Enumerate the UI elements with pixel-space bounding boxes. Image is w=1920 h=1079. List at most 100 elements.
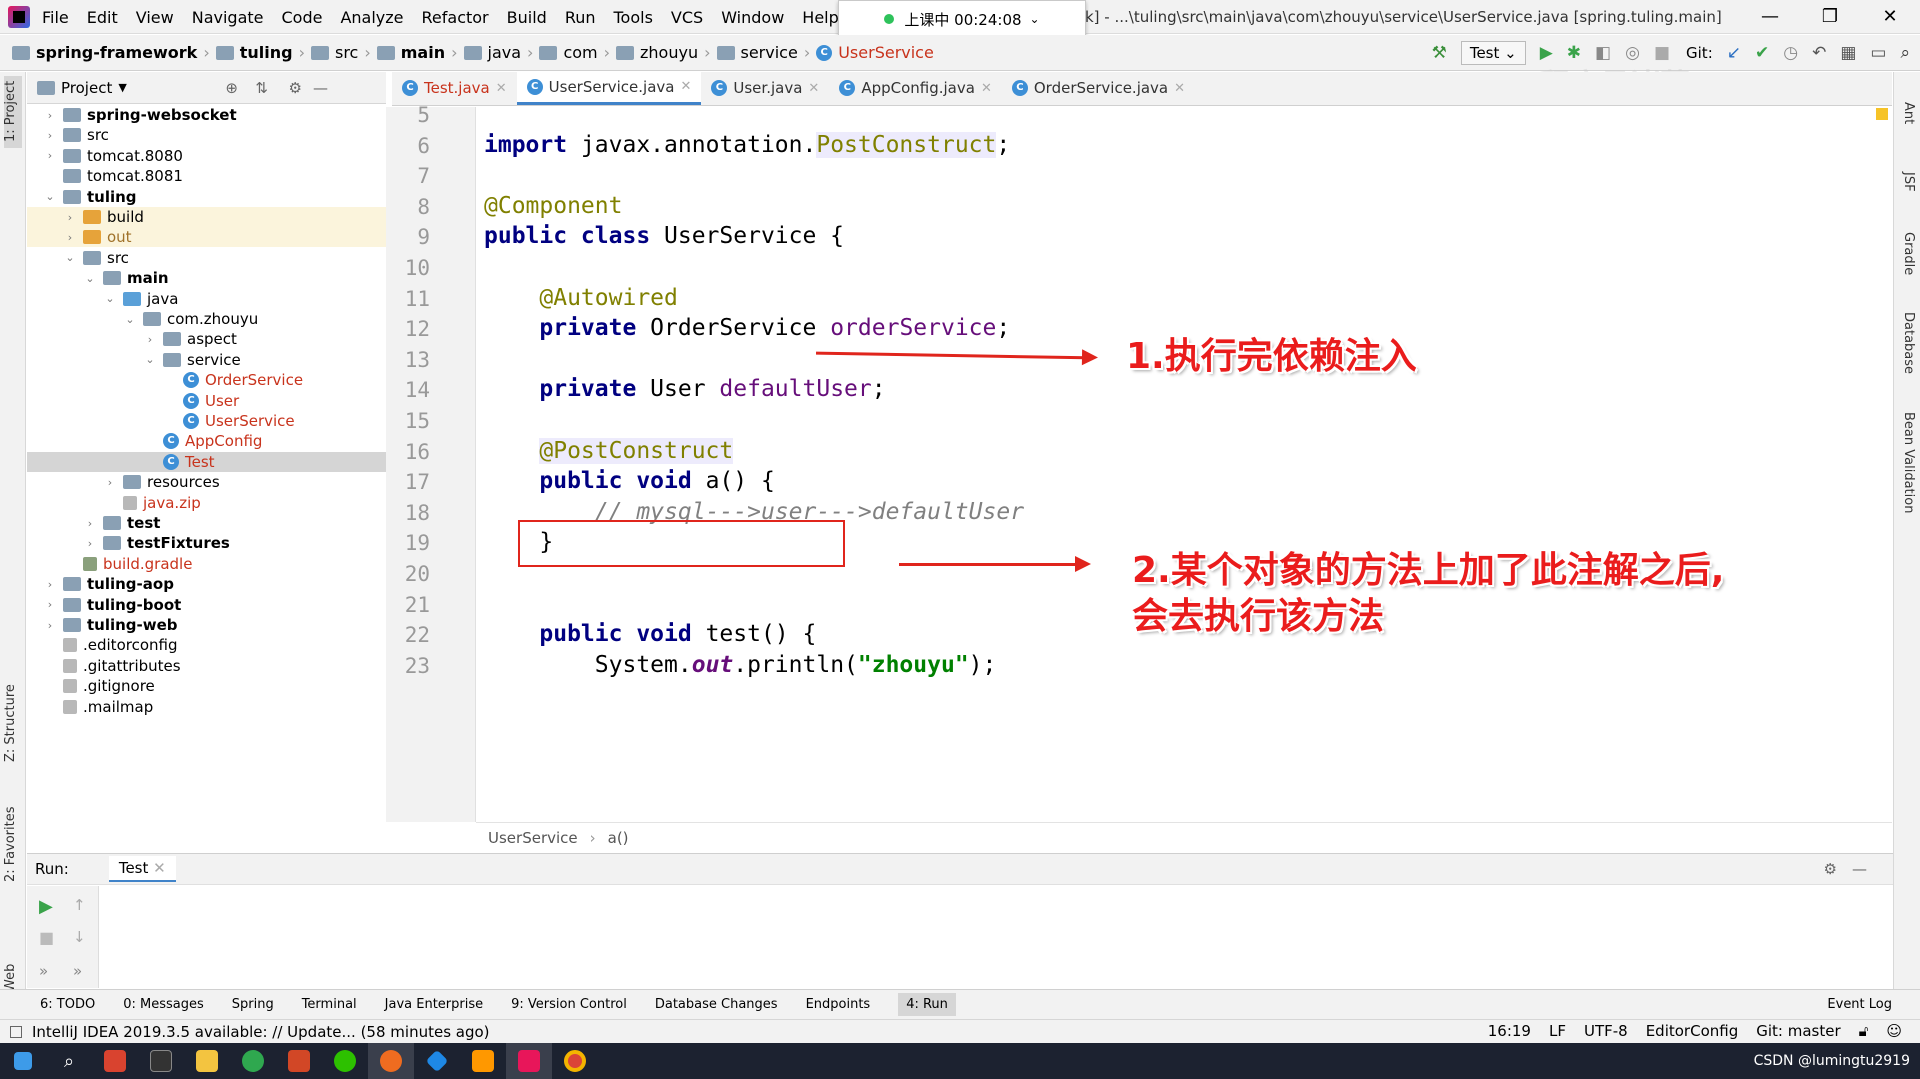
app-icon-blue[interactable] <box>414 1043 460 1079</box>
menu-item-build[interactable]: Build <box>507 8 547 27</box>
app-icon-orange[interactable] <box>368 1043 414 1079</box>
tool-spring[interactable]: Spring <box>232 997 274 1012</box>
tool-java-enterprise[interactable]: Java Enterprise <box>385 997 483 1012</box>
code-line[interactable]: public class UserService { <box>484 223 844 249</box>
expand-arrow-icon[interactable]: › <box>43 578 57 591</box>
app-icon-green[interactable] <box>230 1043 276 1079</box>
expand-arrow-icon[interactable]: ⌄ <box>63 251 77 264</box>
inspector-icon[interactable]: ☺ <box>1886 1022 1902 1040</box>
menu-item-vcs[interactable]: VCS <box>671 8 703 27</box>
gear-icon[interactable]: ⚙ <box>289 79 302 97</box>
code-editor[interactable]: import javax.annotation.PostConstruct; @C… <box>476 107 1892 822</box>
code-line[interactable]: public void a() { <box>484 468 774 494</box>
breadcrumb-userservice[interactable]: C UserService <box>816 43 934 62</box>
breadcrumb-src[interactable]: src › <box>310 43 371 62</box>
expand-arrow-icon[interactable]: ⌄ <box>123 313 137 326</box>
close-icon[interactable]: ✕ <box>153 859 166 877</box>
expand-arrow-icon[interactable]: › <box>43 598 57 611</box>
caret-position[interactable]: 16:19 <box>1488 1022 1531 1040</box>
stripe-database[interactable]: Database <box>1901 312 1916 374</box>
tool-9-version-control[interactable]: 9: Version Control <box>511 997 627 1012</box>
tree-item[interactable]: › testFixtures <box>27 533 386 553</box>
menu-item-code[interactable]: Code <box>282 8 323 27</box>
tree-item[interactable]: › tuling-boot <box>27 595 386 615</box>
tree-item[interactable]: build.gradle <box>27 554 386 574</box>
stripe-favorites[interactable]: 2: Favorites <box>3 806 18 882</box>
expand-arrow-icon[interactable]: › <box>63 231 77 244</box>
expand-arrow-icon[interactable]: ⌄ <box>143 353 157 366</box>
breadcrumb-tuling[interactable]: tuling › <box>215 43 305 62</box>
tree-item[interactable]: ⌄ tuling <box>27 187 386 207</box>
run-config-select[interactable]: Test ⌄ <box>1460 41 1526 65</box>
menu-item-file[interactable]: File <box>42 8 69 27</box>
build-hammer-icon[interactable]: ⚒ <box>1432 43 1447 63</box>
git-commit-icon[interactable]: ✔ <box>1755 43 1769 63</box>
chevron-down-icon[interactable]: ▼ <box>118 81 126 94</box>
app-icon-terminal[interactable] <box>138 1043 184 1079</box>
code-line[interactable]: public void test() { <box>484 621 816 647</box>
breadcrumb-main[interactable]: main › <box>376 43 458 62</box>
powerpoint-icon[interactable] <box>276 1043 322 1079</box>
close-button[interactable]: ✕ <box>1860 0 1920 34</box>
breadcrumb-service[interactable]: service › <box>716 43 810 62</box>
git-history-icon[interactable]: ◷ <box>1783 43 1798 63</box>
tree-item[interactable]: C AppConfig <box>27 431 386 451</box>
code-line[interactable]: @Autowired <box>484 285 677 311</box>
tree-item[interactable]: .editorconfig <box>27 635 386 655</box>
file-encoding[interactable]: UTF-8 <box>1584 1022 1628 1040</box>
tab-test[interactable]: C Test.java ✕ <box>392 71 517 105</box>
code-line[interactable]: @PostConstruct <box>484 437 734 464</box>
app-icon-red[interactable] <box>92 1043 138 1079</box>
menu-item-help[interactable]: Help <box>802 8 838 27</box>
menu-item-refactor[interactable]: Refactor <box>422 8 489 27</box>
tree-item[interactable]: ⌄ main <box>27 268 386 288</box>
expand-arrow-icon[interactable]: › <box>83 517 97 530</box>
project-structure-icon[interactable]: ▦ <box>1840 43 1856 63</box>
expand-arrow-icon[interactable]: › <box>103 476 117 489</box>
expand-arrow-icon[interactable]: ⌄ <box>103 292 117 305</box>
status-message[interactable]: IntelliJ IDEA 2019.3.5 available: // Upd… <box>32 1023 490 1041</box>
warning-marker-icon[interactable] <box>1876 108 1888 120</box>
project-title[interactable]: Project <box>61 79 112 97</box>
gear-icon[interactable]: ⚙ <box>1824 860 1837 878</box>
hide-icon[interactable]: — <box>313 79 328 97</box>
locate-icon[interactable]: ⊕ <box>225 79 238 97</box>
breadcrumb-zhouyu[interactable]: zhouyu › <box>616 43 711 62</box>
tree-item[interactable]: › tomcat.8080 <box>27 146 386 166</box>
windows-start-icon[interactable] <box>0 1043 46 1079</box>
menu-item-view[interactable]: View <box>136 8 174 27</box>
tree-item[interactable]: › src <box>27 125 386 145</box>
minimize-button[interactable]: — <box>1740 0 1800 34</box>
tool-4-run[interactable]: 4: Run <box>898 993 956 1016</box>
tree-item[interactable]: ⌄ service <box>27 350 386 370</box>
code-line[interactable]: @Component <box>484 193 622 219</box>
crumb-class[interactable]: UserService <box>488 829 578 847</box>
expand-arrow-icon[interactable]: › <box>43 129 57 142</box>
tree-item[interactable]: › tuling-aop <box>27 574 386 594</box>
menu-item-tools[interactable]: Tools <box>614 8 653 27</box>
tool-6-todo[interactable]: 6: TODO <box>40 997 95 1012</box>
tree-item[interactable]: tomcat.8081 <box>27 166 386 186</box>
tab-userservice[interactable]: C UserService.java ✕ <box>516 71 702 105</box>
hide-icon[interactable]: — <box>1852 860 1867 878</box>
tree-item[interactable]: ⌄ com.zhouyu <box>27 309 386 329</box>
down-icon[interactable]: ↓ <box>73 928 86 946</box>
tree-item[interactable]: › test <box>27 513 386 533</box>
stop-icon[interactable]: ■ <box>39 928 54 947</box>
stripe-jsf[interactable]: JSF <box>1901 172 1916 192</box>
tree-item[interactable]: › tuling-web <box>27 615 386 635</box>
stripe-project[interactable]: 1: Project <box>3 81 18 142</box>
rerun-icon[interactable]: ▶ <box>39 896 53 917</box>
git-update-icon[interactable]: ↙ <box>1727 43 1741 63</box>
wechat-icon[interactable] <box>322 1043 368 1079</box>
tree-item[interactable]: › out <box>27 227 386 248</box>
expand-arrow-icon[interactable]: › <box>143 333 157 346</box>
tool-event-log[interactable]: Event Log <box>1827 997 1892 1012</box>
up-icon[interactable]: ↑ <box>73 896 86 914</box>
intellij-icon[interactable] <box>506 1043 552 1079</box>
menu-item-window[interactable]: Window <box>721 8 784 27</box>
expand-arrow-icon[interactable]: ⌄ <box>83 272 97 285</box>
more-icon[interactable]: » <box>39 962 48 980</box>
line-separator[interactable]: LF <box>1549 1022 1566 1040</box>
tree-item[interactable]: .gitignore <box>27 676 386 696</box>
